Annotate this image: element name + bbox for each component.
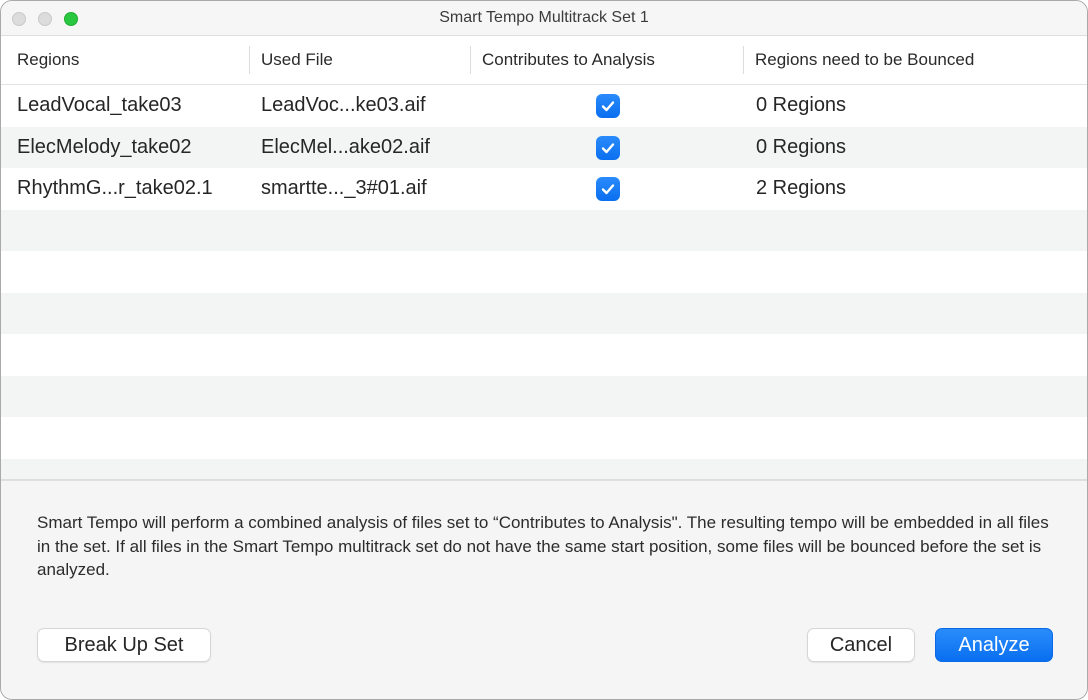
cancel-button[interactable]: Cancel [807,628,915,662]
column-separator[interactable] [470,46,471,74]
analysis-description: Smart Tempo will perform a combined anal… [37,513,1049,579]
used-file: smartte..._3#01.aif [261,177,427,199]
column-header-contributes[interactable]: Contributes to Analysis [482,36,655,84]
regions-to-bounce: 2 Regions [756,177,847,199]
region-name: LeadVocal_take03 [17,94,182,116]
dialog-footer: Smart Tempo will perform a combined anal… [1,481,1087,699]
column-header-regions[interactable]: Regions [17,36,79,84]
checkmark-icon [601,101,615,112]
smart-tempo-dialog: Smart Tempo Multitrack Set 1 Regions Use… [0,0,1088,700]
empty-row [1,251,1087,293]
window-title: Smart Tempo Multitrack Set 1 [439,9,649,26]
table-row[interactable]: LeadVocal_take03 LeadVoc...ke03.aif 0 Re… [1,85,1087,127]
regions-to-bounce: 0 Regions [756,135,847,158]
table-row[interactable]: ElecMelody_take02 ElecMel...ake02.aif 0 … [1,126,1087,168]
contributes-checkbox[interactable] [596,94,620,118]
empty-row [1,209,1087,251]
contributes-checkbox[interactable] [596,135,620,160]
column-separator[interactable] [249,46,250,74]
region-name: ElecMelody_take02 [17,135,192,158]
analyze-button[interactable]: Analyze [935,628,1053,662]
used-file: LeadVoc...ke03.aif [261,94,426,116]
column-separator[interactable] [743,46,744,74]
empty-row [1,292,1087,334]
empty-row [1,334,1087,376]
used-file: ElecMel...ake02.aif [261,135,430,158]
regions-to-bounce: 0 Regions [756,94,847,116]
title-bar: Smart Tempo Multitrack Set 1 [1,1,1087,36]
region-name: RhythmG...r_take02.1 [17,177,213,199]
break-up-set-button[interactable]: Break Up Set [37,628,211,662]
checkmark-icon [601,184,615,195]
regions-table: Regions Used File Contributes to Analysi… [1,36,1087,500]
checkmark-icon [601,142,615,153]
empty-row [1,417,1087,459]
empty-row [1,375,1087,417]
table-row[interactable]: RhythmG...r_take02.1 smartte..._3#01.aif… [1,168,1087,210]
table-header: Regions Used File Contributes to Analysi… [1,36,1087,85]
column-header-used-file[interactable]: Used File [261,36,333,84]
column-header-bounced[interactable]: Regions need to be Bounced [755,36,974,84]
contributes-checkbox[interactable] [596,177,620,201]
table-body: LeadVocal_take03 LeadVoc...ke03.aif 0 Re… [1,85,1087,500]
